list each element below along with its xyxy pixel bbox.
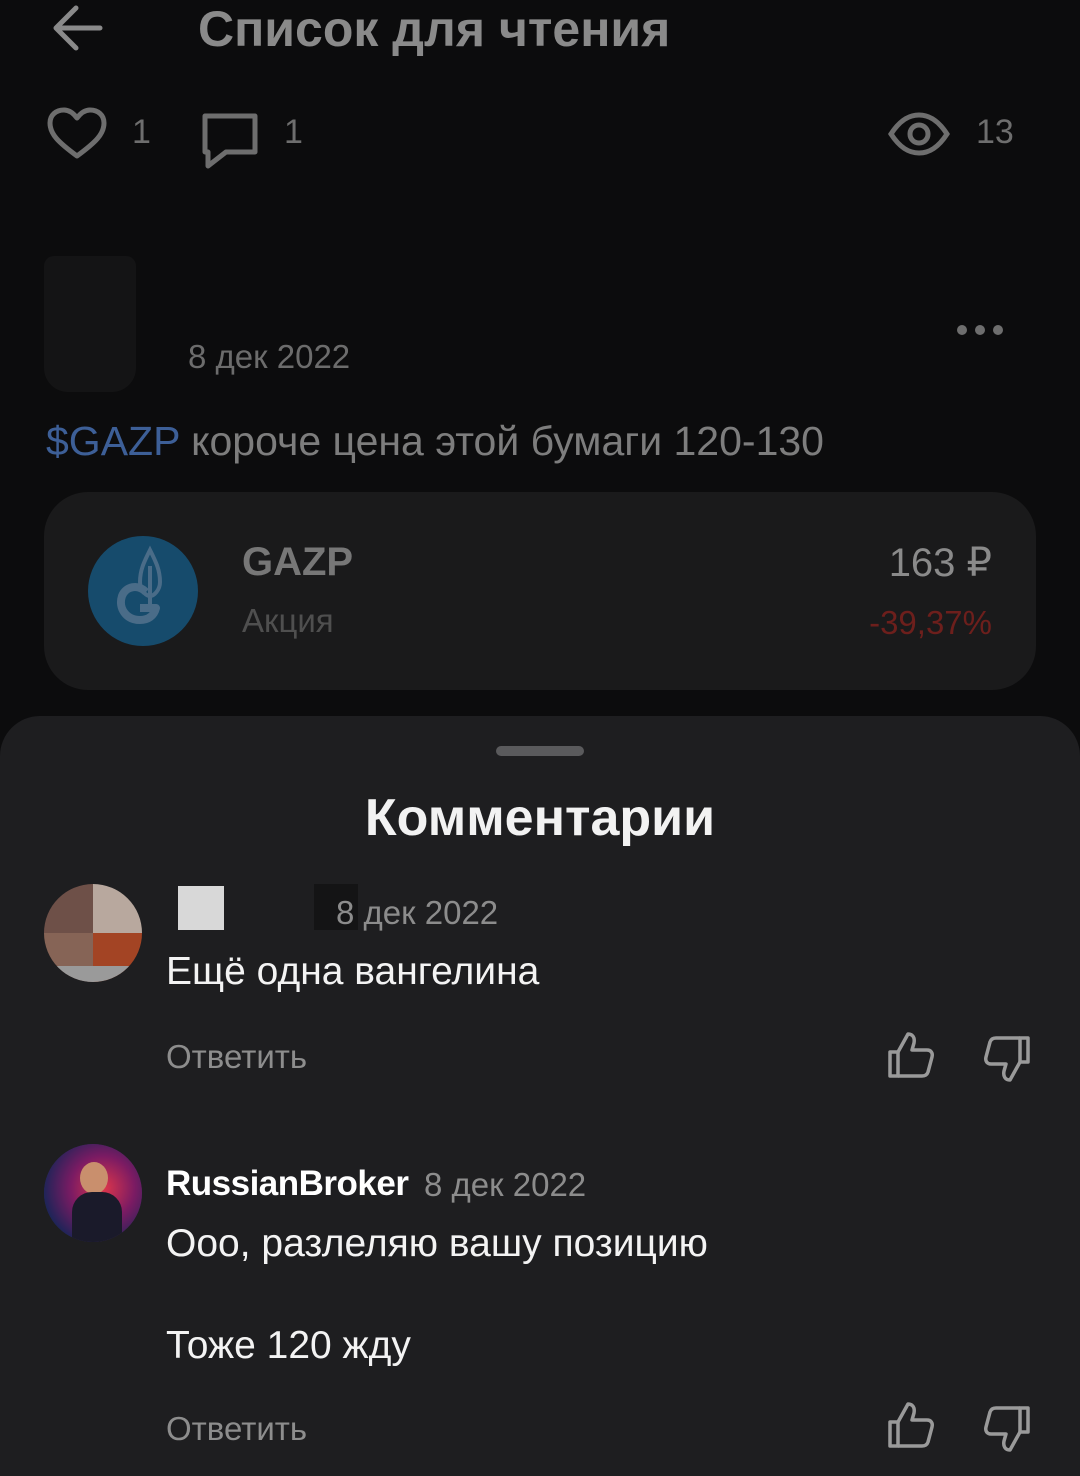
like-comment-button[interactable]	[886, 1030, 936, 1080]
instrument-price: 163 ₽	[888, 541, 992, 585]
instrument-card[interactable]: GAZP Акция 163 ₽ -39,37%	[44, 492, 1036, 690]
thumbs-up-icon	[888, 1402, 934, 1448]
comment-item: 8 дек 2022 Ещё одна вангелина Ответить	[0, 876, 1080, 1096]
comment-avatar[interactable]	[44, 884, 142, 982]
instrument-ticker: GAZP	[242, 540, 354, 584]
comment-item: RussianBroker 8 дек 2022 Ооо, разлеляю в…	[0, 1132, 1080, 1462]
page-title: Список для чтения	[198, 1, 671, 57]
back-button[interactable]	[48, 2, 108, 54]
dislike-comment-button[interactable]	[982, 1034, 1032, 1084]
comment-author-redacted[interactable]	[178, 886, 224, 930]
more-options-button[interactable]	[948, 312, 1012, 348]
eye-icon	[888, 112, 950, 156]
post-date: 8 дек 2022	[188, 338, 351, 375]
heart-icon	[47, 107, 107, 159]
comment-author[interactable]: RussianBroker	[166, 1164, 409, 1204]
back-arrow-icon	[53, 5, 103, 51]
reply-button[interactable]: Ответить	[166, 1410, 307, 1448]
more-dots-icon	[957, 325, 1003, 335]
comments-count: 1	[284, 113, 303, 151]
thumbs-up-icon	[888, 1032, 934, 1078]
comment-text-line2: Тоже 120 жду	[166, 1324, 411, 1367]
views-count: 13	[976, 113, 1014, 151]
comment-date: 8 дек 2022	[424, 1166, 587, 1203]
dislike-comment-button[interactable]	[982, 1404, 1032, 1454]
thumbs-down-icon	[984, 1406, 1030, 1452]
post-body: короче цена этой бумаги 120-130	[179, 418, 824, 464]
comment-avatar[interactable]	[44, 1144, 142, 1242]
gazprom-logo	[88, 536, 198, 646]
comment-icon	[202, 113, 258, 169]
sheet-drag-handle[interactable]	[496, 746, 584, 756]
likes-count: 1	[132, 113, 151, 151]
comment-text-line1: Ооо, разлеляю вашу позицию	[166, 1222, 708, 1265]
comments-title: Комментарии	[364, 789, 716, 847]
post-author-avatar[interactable]	[44, 256, 136, 392]
gazprom-logo-mark	[117, 545, 163, 624]
reply-button[interactable]: Ответить	[166, 1038, 307, 1076]
post-text: $GAZP короче цена этой бумаги 120-130	[46, 418, 824, 465]
post-ticker-link[interactable]: $GAZP	[46, 418, 180, 464]
like-comment-button[interactable]	[886, 1400, 936, 1450]
instrument-type: Акция	[242, 602, 334, 639]
comment-date: 8 дек 2022	[336, 894, 499, 931]
comment-text: Ещё одна вангелина	[166, 950, 540, 993]
instrument-change: -39,37%	[869, 604, 992, 641]
comments-sheet: Комментарии 8 дек 2022 Ещё одна вангелин…	[0, 716, 1080, 1476]
thumbs-down-icon	[984, 1036, 1030, 1082]
